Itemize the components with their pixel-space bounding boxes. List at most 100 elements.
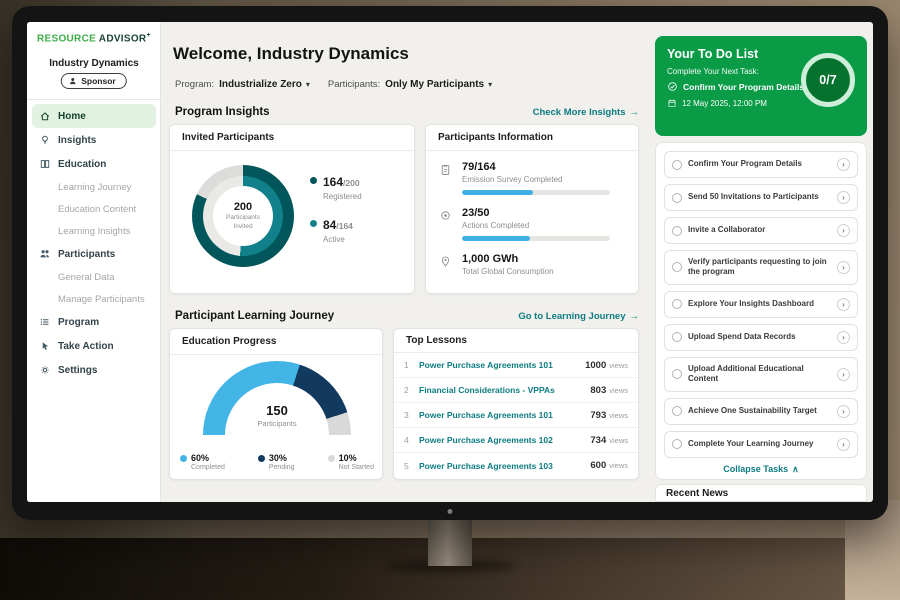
- task-checkbox[interactable]: [672, 226, 682, 236]
- sidebar-item-label: Program: [58, 317, 99, 328]
- sidebar-item-learning-journey[interactable]: Learning Journey: [27, 176, 161, 198]
- check-more-insights-link[interactable]: Check More Insights →: [533, 107, 639, 118]
- card-title: Education Progress: [170, 329, 382, 355]
- sidebar-item-label: Insights: [58, 135, 96, 146]
- lesson-link[interactable]: Financial Considerations - VPPAs: [419, 385, 590, 395]
- sidebar-item-label: Settings: [58, 365, 97, 376]
- task-send-invitations[interactable]: Send 50 Invitations to Participants ›: [664, 184, 858, 211]
- gauge-legend-dot: [258, 455, 265, 462]
- task-invite-collaborator[interactable]: Invite a Collaborator ›: [664, 217, 858, 244]
- stat-emission-survey: 79/164 Emission Survey Completed: [438, 161, 610, 195]
- chevron-down-icon[interactable]: ▾: [306, 80, 310, 89]
- chevron-up-icon: ∧: [792, 464, 799, 475]
- chevron-right-icon[interactable]: ›: [837, 405, 850, 418]
- chevron-right-icon[interactable]: ›: [837, 224, 850, 237]
- page-title: Welcome, Industry Dynamics: [173, 44, 409, 64]
- task-checkbox[interactable]: [672, 262, 682, 272]
- sidebar-item-label: General Data: [58, 272, 115, 283]
- program-filter-select[interactable]: Industrialize Zero: [219, 79, 302, 90]
- donut-center: 200 Participants Invited: [192, 165, 294, 267]
- task-upload-spend-data[interactable]: Upload Spend Data Records ›: [664, 324, 858, 351]
- lesson-row[interactable]: 4 Power Purchase Agreements 102 734 view…: [394, 428, 638, 453]
- participants-information-card: Participants Information 79/164 Emission…: [425, 124, 639, 294]
- participants-filter-label: Participants:: [328, 79, 380, 90]
- lesson-link[interactable]: Power Purchase Agreements 101: [419, 410, 590, 420]
- task-checkbox[interactable]: [672, 299, 682, 309]
- sidebar-item-insights[interactable]: Insights: [27, 128, 161, 152]
- lesson-link[interactable]: Power Purchase Agreements 102: [419, 435, 590, 445]
- actions-progressbar: [462, 236, 610, 241]
- sidebar-item-learning-insights[interactable]: Learning Insights: [27, 220, 161, 242]
- emission-survey-progressbar: [462, 190, 610, 195]
- gauge-center-value: 150: [203, 403, 351, 418]
- sidebar-item-label: Take Action: [58, 341, 114, 352]
- sidebar-nav: Home Insights Education Learning Journey: [27, 104, 161, 382]
- sidebar-item-manage-participants[interactable]: Manage Participants: [27, 288, 161, 310]
- chevron-right-icon[interactable]: ›: [837, 191, 850, 204]
- lessons-list: 1 Power Purchase Agreements 101 1000 vie…: [394, 353, 638, 478]
- chevron-right-icon[interactable]: ›: [837, 298, 850, 311]
- task-verify-participants[interactable]: Verify participants requesting to join t…: [664, 250, 858, 285]
- gauge-legend-dot: [180, 455, 187, 462]
- sidebar-item-general-data[interactable]: General Data: [27, 266, 161, 288]
- lesson-row[interactable]: 3 Power Purchase Agreements 101 793 view…: [394, 403, 638, 428]
- chevron-right-icon[interactable]: ›: [837, 438, 850, 451]
- lesson-link[interactable]: Power Purchase Agreements 103: [419, 461, 590, 471]
- chevron-right-icon[interactable]: ›: [837, 331, 850, 344]
- sidebar-item-education[interactable]: Education: [27, 152, 161, 176]
- legend-item-completed: 60% Completed: [180, 453, 225, 471]
- cursor-action-icon: [38, 340, 51, 352]
- list-icon: [38, 316, 51, 328]
- lesson-row[interactable]: 2 Financial Considerations - VPPAs 803 v…: [394, 378, 638, 403]
- chevron-right-icon[interactable]: ›: [837, 368, 850, 381]
- lesson-row[interactable]: 5 Power Purchase Agreements 103 600 view…: [394, 453, 638, 478]
- legend-item-not-started: 10% Not Started: [328, 453, 374, 471]
- info-progress-fill: [462, 190, 533, 195]
- person-icon: [67, 76, 77, 86]
- task-checkbox[interactable]: [672, 193, 682, 203]
- card-title: Participants Information: [426, 125, 638, 151]
- sidebar-item-label: Education Content: [58, 204, 136, 215]
- task-confirm-program-details[interactable]: Confirm Your Program Details ›: [664, 151, 858, 178]
- task-upload-educational-content[interactable]: Upload Additional Educational Content ›: [664, 357, 858, 392]
- sidebar-item-label: Learning Journey: [58, 182, 131, 193]
- collapse-tasks-link[interactable]: Collapse Tasks ∧: [664, 464, 858, 475]
- org-name: Industry Dynamics: [27, 58, 161, 69]
- task-checkbox[interactable]: [672, 439, 682, 449]
- sidebar-item-label: Learning Insights: [58, 226, 130, 237]
- task-achieve-sustainability-target[interactable]: Achieve One Sustainability Target ›: [664, 398, 858, 425]
- chevron-right-icon[interactable]: ›: [837, 261, 850, 274]
- task-checkbox[interactable]: [672, 369, 682, 379]
- gauge-center: 150 Participants: [203, 403, 351, 428]
- chevron-down-icon[interactable]: ▾: [488, 80, 492, 89]
- sidebar-item-settings[interactable]: Settings: [27, 358, 161, 382]
- lightbulb-icon: [38, 134, 51, 146]
- sidebar-item-education-content[interactable]: Education Content: [27, 198, 161, 220]
- task-explore-insights[interactable]: Explore Your Insights Dashboard ›: [664, 291, 858, 318]
- clipboard-icon: [438, 161, 453, 195]
- legend-item-pending: 30% Pending: [258, 453, 295, 471]
- go-to-learning-journey-link[interactable]: Go to Learning Journey →: [518, 311, 639, 322]
- donut-center-value: 200: [234, 201, 252, 213]
- filters-bar: Program: Industrialize Zero ▾ Participan…: [175, 79, 492, 90]
- monitor-stand: [428, 520, 472, 566]
- chevron-right-icon[interactable]: ›: [837, 158, 850, 171]
- task-checkbox[interactable]: [672, 332, 682, 342]
- gauge-legend: 60% Completed 30% Pending 10% Not Starte…: [180, 453, 374, 471]
- sidebar-item-take-action[interactable]: Take Action: [27, 334, 161, 358]
- task-checkbox[interactable]: [672, 160, 682, 170]
- task-checkbox[interactable]: [672, 406, 682, 416]
- info-progress-fill: [462, 236, 530, 241]
- sidebar-item-program[interactable]: Program: [27, 310, 161, 334]
- lesson-row[interactable]: 1 Power Purchase Agreements 101 1000 vie…: [394, 353, 638, 378]
- location-pin-icon: [438, 253, 453, 276]
- sidebar-item-participants[interactable]: Participants: [27, 242, 161, 266]
- top-lessons-card: Top Lessons 1 Power Purchase Agreements …: [393, 328, 639, 480]
- sponsor-badge[interactable]: Sponsor: [60, 73, 126, 89]
- legend-item-active: 84/164 Active: [310, 216, 362, 244]
- sidebar-item-home[interactable]: Home: [32, 104, 156, 128]
- task-complete-learning-journey[interactable]: Complete Your Learning Journey ›: [664, 431, 858, 458]
- todo-progress-ring: 0/7: [801, 53, 855, 107]
- lesson-link[interactable]: Power Purchase Agreements 101: [419, 360, 585, 370]
- participants-filter-select[interactable]: Only My Participants: [385, 79, 484, 90]
